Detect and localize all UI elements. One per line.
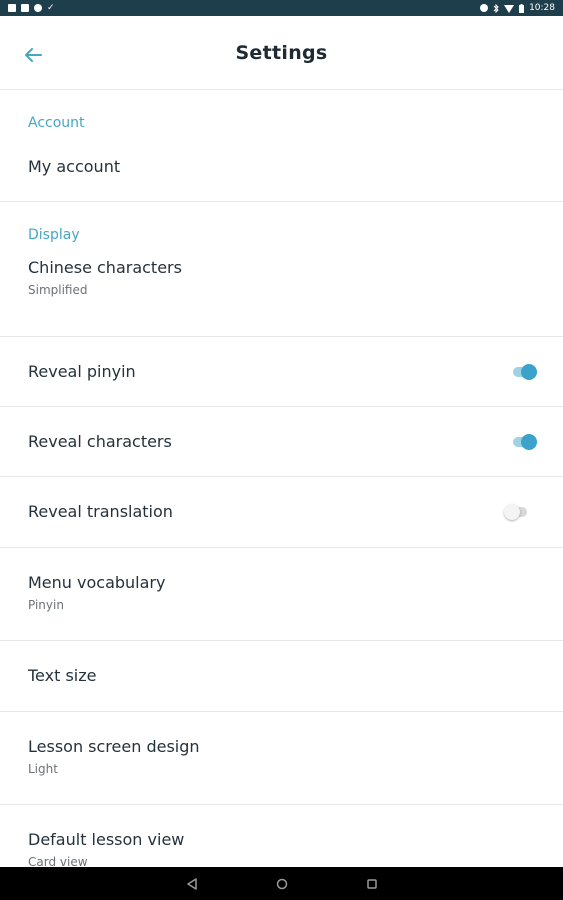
recents-square-icon[interactable] xyxy=(366,878,378,890)
back-triangle-icon[interactable] xyxy=(186,877,198,890)
menu-vocabulary-label: Menu vocabulary xyxy=(28,573,166,592)
default-lesson-view-item[interactable]: Default lesson view Card view xyxy=(0,805,563,875)
settings-list: Account My account Display Chinese chara… xyxy=(0,90,563,875)
section-header-display: Display xyxy=(28,227,80,243)
toggle-thumb xyxy=(521,433,537,450)
text-size-label: Text size xyxy=(28,666,97,685)
reveal-translation-label: Reveal translation xyxy=(28,502,173,521)
account-section: Account My account xyxy=(0,90,563,202)
gallery-icon xyxy=(8,4,16,12)
chinese-characters-value: Simplified xyxy=(28,283,88,297)
page-title: Settings xyxy=(235,41,328,64)
battery-icon xyxy=(519,3,525,13)
reveal-pinyin-toggle[interactable] xyxy=(513,363,537,380)
reveal-characters-label: Reveal characters xyxy=(28,432,172,451)
status-bar: ✓ 10:28 xyxy=(0,0,563,16)
back-button[interactable] xyxy=(22,44,44,66)
arrow-left-icon xyxy=(25,48,42,62)
reveal-pinyin-item[interactable]: Reveal pinyin xyxy=(0,337,563,407)
status-right-icons: 10:28 xyxy=(480,3,555,13)
check-icon: ✓ xyxy=(47,2,55,13)
toggle-thumb xyxy=(521,363,537,380)
my-account-label: My account xyxy=(28,157,121,176)
bluetooth-icon xyxy=(493,3,499,13)
sync-icon xyxy=(34,4,42,12)
status-time: 10:28 xyxy=(529,3,555,13)
reveal-translation-item[interactable]: Reveal translation xyxy=(0,477,563,548)
reveal-characters-toggle[interactable] xyxy=(513,433,537,450)
default-lesson-view-label: Default lesson view xyxy=(28,830,185,849)
section-header-account: Account xyxy=(28,115,85,131)
chinese-characters-item[interactable]: Display Chinese characters Simplified xyxy=(0,202,563,337)
toggle-thumb xyxy=(504,504,520,520)
lesson-screen-design-item[interactable]: Lesson screen design Light xyxy=(0,712,563,805)
lesson-screen-design-value: Light xyxy=(28,762,58,776)
home-circle-icon[interactable] xyxy=(276,878,288,890)
reveal-translation-toggle[interactable] xyxy=(504,504,527,520)
text-size-item[interactable]: Text size xyxy=(0,641,563,712)
system-nav-bar xyxy=(0,867,563,900)
photos-icon xyxy=(21,4,29,12)
reveal-characters-item[interactable]: Reveal characters xyxy=(0,407,563,477)
menu-vocabulary-value: Pinyin xyxy=(28,598,64,612)
lesson-screen-design-label: Lesson screen design xyxy=(28,737,200,756)
alarm-icon xyxy=(480,4,489,12)
status-left-icons: ✓ xyxy=(8,2,55,13)
reveal-pinyin-label: Reveal pinyin xyxy=(28,362,136,381)
wifi-icon xyxy=(504,4,515,13)
my-account-item[interactable]: My account xyxy=(0,138,563,176)
app-bar: Settings xyxy=(0,16,563,90)
chinese-characters-label: Chinese characters xyxy=(28,258,182,277)
menu-vocabulary-item[interactable]: Menu vocabulary Pinyin xyxy=(0,548,563,641)
